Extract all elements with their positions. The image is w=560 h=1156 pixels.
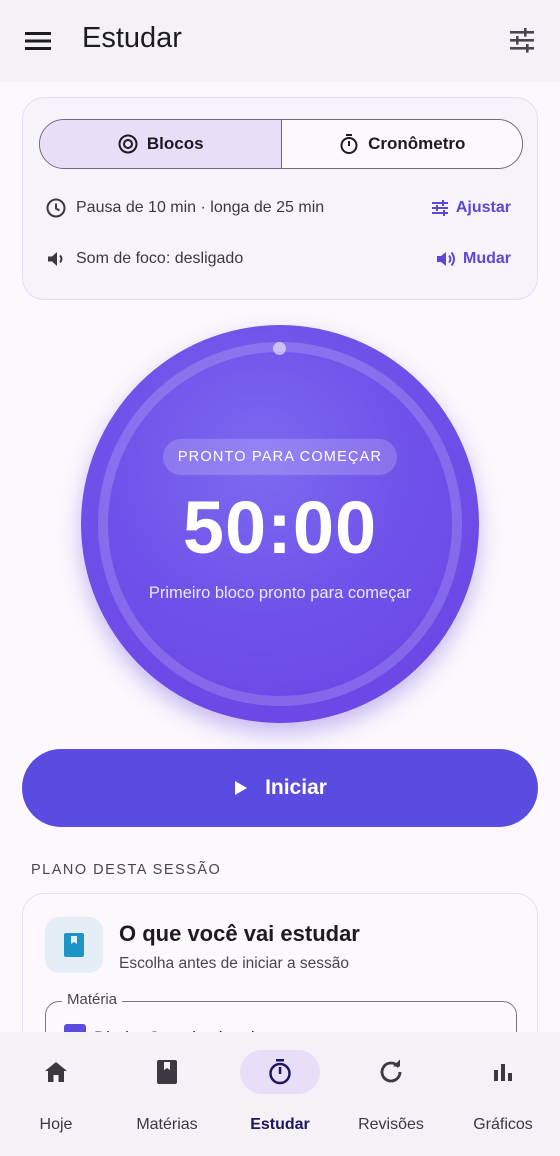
adjust-button[interactable]: Ajustar xyxy=(430,198,511,218)
nav-label-materias: Matérias xyxy=(136,1116,198,1133)
tab-blocos-label: Blocos xyxy=(146,134,204,153)
pause-text: Pausa de 10 min · longa de 25 min xyxy=(76,199,325,216)
tab-cronometro[interactable]: Cronômetro xyxy=(281,120,522,168)
plan-title: O que você vai estudar xyxy=(119,921,360,946)
start-button[interactable]: Iniciar xyxy=(22,749,538,827)
clock-icon xyxy=(46,198,66,218)
nav-pill-estudar xyxy=(240,1050,320,1094)
mode-card: Blocos Cronômetro Pausa de 10 min · long… xyxy=(22,97,538,300)
pause-row: Pausa de 10 min · longa de 25 min Ajusta… xyxy=(45,194,511,222)
page-title: Estudar xyxy=(82,22,182,54)
sound-text: Som de foco: desligado xyxy=(76,250,244,267)
volume-icon xyxy=(48,252,63,266)
timer-status-badge: PRONTO PARA COMEÇAR xyxy=(163,439,397,475)
change-sound-button[interactable]: Mudar xyxy=(435,249,511,269)
subject-field-label: Matéria xyxy=(62,991,123,1008)
nav-label-graficos: Gráficos xyxy=(473,1116,533,1133)
nav-item-graficos[interactable]: Gráficos xyxy=(448,1048,558,1148)
stopwatch-icon xyxy=(340,134,358,154)
timer-dial[interactable]: PRONTO PARA COMEÇAR 50:00 Primeiro bloco… xyxy=(81,325,479,723)
start-button-label: Iniciar xyxy=(265,776,327,799)
nav-label-revisoes: Revisões xyxy=(358,1116,424,1133)
plan-subtitle: Escolha antes de iniciar a sessão xyxy=(119,955,350,972)
nav-pill-graficos xyxy=(463,1050,543,1094)
volume-up-icon xyxy=(437,251,455,267)
plan-section-label: PLANO DESTA SESSÃO xyxy=(31,862,222,878)
nav-item-materias[interactable]: Matérias xyxy=(112,1048,222,1148)
bookmark-book-icon xyxy=(64,933,84,957)
bottom-navigation: Hoje Matérias Estudar Revisões Gráficos xyxy=(0,1032,560,1156)
nav-pill-revisoes xyxy=(351,1050,431,1094)
nav-item-hoje[interactable]: Hoje xyxy=(1,1048,111,1148)
progress-indicator-dot xyxy=(273,342,286,355)
change-sound-label: Mudar xyxy=(463,250,511,267)
nav-pill-materias xyxy=(127,1050,207,1094)
adjust-label: Ajustar xyxy=(455,199,511,216)
sound-row: Som de foco: desligado Mudar xyxy=(45,245,511,273)
tune-small-icon xyxy=(431,200,448,216)
tune-icon[interactable] xyxy=(506,24,538,56)
bar-chart-icon xyxy=(494,1064,512,1081)
play-icon xyxy=(235,781,248,795)
menu-icon[interactable] xyxy=(22,26,54,56)
nav-item-revisoes[interactable]: Revisões xyxy=(336,1048,446,1148)
nav-label-hoje: Hoje xyxy=(39,1116,73,1133)
timer-subtitle: Primeiro bloco pronto para começar xyxy=(148,584,412,602)
book-icon xyxy=(157,1060,177,1084)
nav-pill-hoje xyxy=(16,1050,96,1094)
mode-segmented-control: Blocos Cronômetro xyxy=(39,119,523,169)
tab-cronometro-label: Cronômetro xyxy=(368,134,466,153)
book-tile xyxy=(45,917,103,973)
target-icon xyxy=(118,134,138,154)
tab-blocos[interactable]: Blocos xyxy=(40,120,282,168)
home-icon xyxy=(45,1062,67,1082)
timer-time: 50:00 xyxy=(182,486,378,569)
top-app-bar: Estudar xyxy=(0,0,560,82)
timer-icon xyxy=(269,1059,291,1085)
nav-label-estudar: Estudar xyxy=(250,1116,310,1133)
refresh-icon xyxy=(380,1059,402,1083)
nav-item-estudar[interactable]: Estudar xyxy=(225,1048,335,1148)
